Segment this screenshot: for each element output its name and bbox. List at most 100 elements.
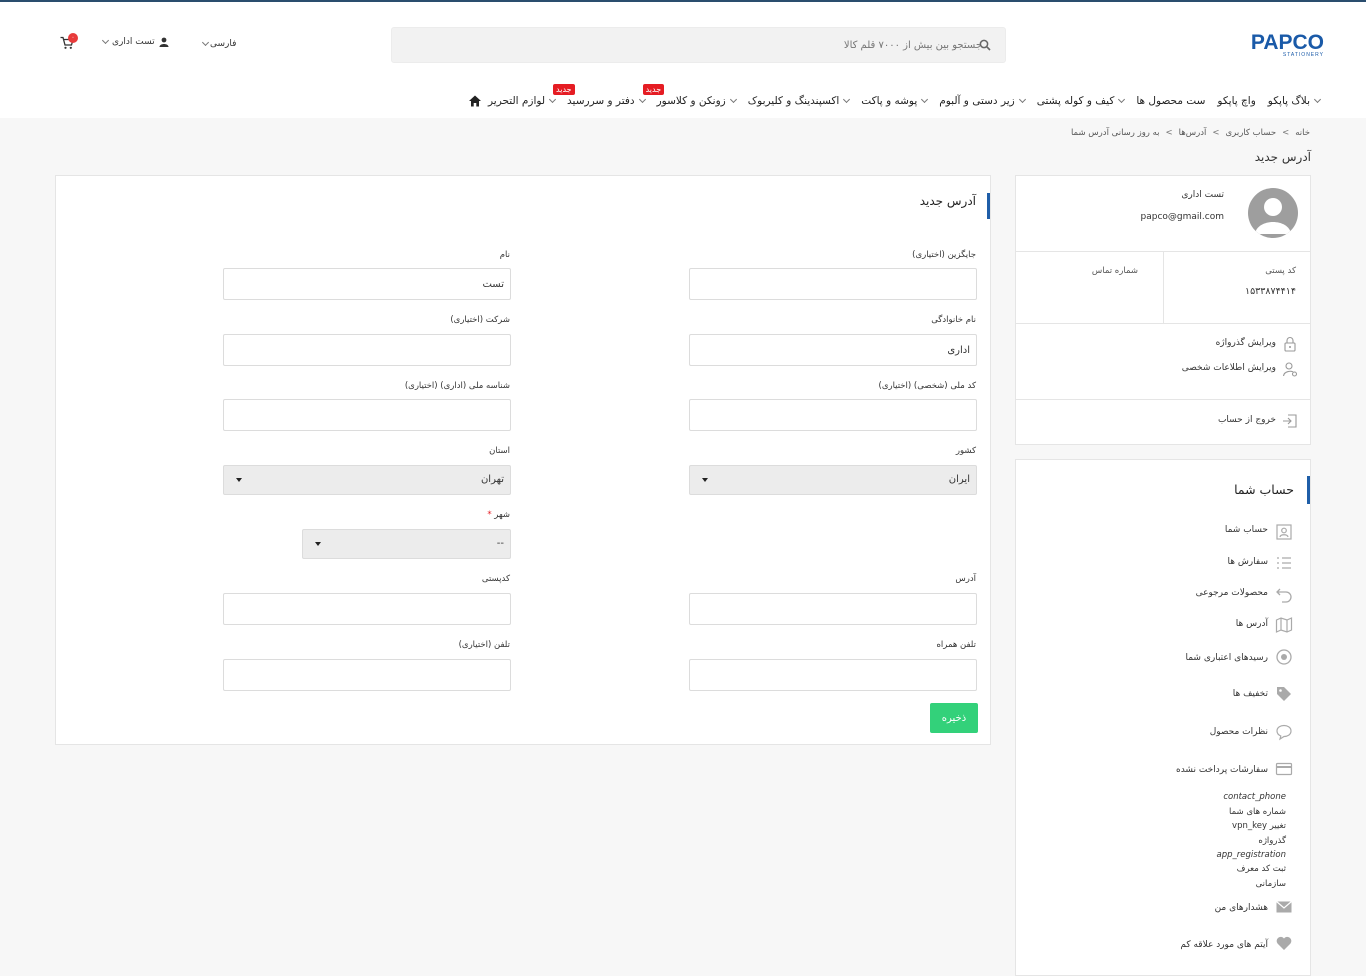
profile-name: تست اداری (1181, 190, 1224, 200)
menu-item-reviews[interactable]: نظرات محصول (1210, 727, 1268, 737)
menu-item-alerts[interactable]: هشدارهای من (1215, 903, 1268, 913)
city-label: شهر * (487, 510, 510, 520)
postal-code-label: کد پستی (1265, 266, 1296, 276)
mobile-field[interactable] (689, 659, 977, 691)
national-id-field[interactable] (223, 399, 511, 431)
edit-password-link[interactable]: ویرایش گذرواژه (1216, 338, 1276, 348)
alias-label: جایگزین (اختیاری) (912, 250, 976, 260)
state-select[interactable]: تهران (223, 465, 511, 495)
menu-item-phone-numbers[interactable]: شماره های شما (1229, 807, 1286, 817)
menu-item-returns[interactable]: محصولات مرجوعی (1196, 588, 1268, 598)
nav-item-binders[interactable]: زونکن و کلاسور جدید (642, 84, 742, 107)
save-button[interactable]: ذخیره (930, 703, 978, 733)
return-icon (1276, 588, 1292, 603)
menu-item-credit-slips[interactable]: رسیدهای اعتباری شما (1185, 653, 1268, 663)
raw-text-line: تغییر vpn_key (1232, 821, 1286, 831)
breadcrumb: خانه > حساب کاربری > آدرس‌ها > به روز رس… (1071, 128, 1310, 138)
search-input[interactable] (392, 28, 982, 62)
nav-item-blog[interactable]: بلاگ پاپکو (1262, 95, 1326, 107)
caret-down-icon (236, 478, 242, 482)
logo-text: PAPCO (1250, 31, 1324, 54)
nav-item-clipboards[interactable]: زیر دستی و آلبوم (933, 95, 1030, 107)
nav-item-label: واچ پاپکو (1217, 95, 1256, 107)
menu-item-account[interactable]: حساب شما (1225, 525, 1268, 535)
title-accent-bar (1307, 476, 1310, 504)
phone-field[interactable] (223, 659, 511, 691)
edit-info-link[interactable]: ویرایش اطلاعات شخصی (1182, 363, 1276, 373)
site-header: PAPCO STATIONERY فارسی تست اداری ۰ لوازم… (0, 2, 1366, 118)
phone-label: شماره تماس (1091, 266, 1138, 276)
user-account-menu[interactable]: تست اداری (101, 36, 169, 47)
cart-button[interactable]: ۰ (60, 33, 78, 52)
nav-item-notebooks[interactable]: دفتر و سررسید جدید (553, 84, 651, 107)
nav-item-stationery[interactable]: لوازم التحریر (482, 95, 561, 107)
menu-item-referral[interactable]: ثبت کد معرف (1237, 864, 1286, 874)
required-mark: * (487, 510, 492, 520)
mobile-label: تلفن همراه (936, 640, 976, 650)
raw-text-line: app_registration (1216, 850, 1286, 860)
postcode-field[interactable] (223, 593, 511, 625)
tag-icon (1277, 687, 1291, 701)
nav-item-label: ست محصول ها (1136, 95, 1206, 107)
chevron-down-icon (201, 38, 210, 47)
address-field[interactable] (689, 593, 977, 625)
phone-label: تلفن (اختیاری) (458, 640, 510, 650)
chevron-down-icon (729, 95, 737, 104)
lastname-field[interactable] (689, 334, 977, 366)
menu-item-change-password[interactable]: گذرواژه (1258, 836, 1286, 846)
address-form: آدرس جدید جایگزین (اختیاری) نام نام خانو… (55, 175, 991, 745)
heart-icon (1276, 936, 1292, 950)
chevron-down-icon (638, 95, 646, 104)
menu-item-wishlist[interactable]: آیتم های مورد علاقه کم (1180, 940, 1268, 950)
papco-logo[interactable]: PAPCO STATIONERY (1244, 32, 1324, 60)
alias-field[interactable] (689, 268, 977, 300)
main-nav: لوازم التحریر دفتر و سررسید جدید زونکن و … (460, 84, 1326, 114)
breadcrumb-account[interactable]: حساب کاربری (1226, 128, 1277, 138)
user-box-icon (1276, 524, 1292, 540)
chevron-down-icon (921, 95, 929, 104)
firstname-field[interactable] (223, 268, 511, 300)
state-value: تهران (480, 474, 504, 485)
postal-code-value: ۱۵۳۳۸۷۴۴۱۴ (1244, 286, 1296, 297)
country-select[interactable]: ایران (689, 465, 977, 495)
chevron-down-icon (101, 36, 110, 45)
nav-item-label: لوازم التحریر (488, 95, 546, 107)
divider (1016, 399, 1310, 400)
city-label-text: شهر (494, 510, 510, 520)
caret-down-icon (702, 478, 708, 482)
language-selector[interactable]: فارسی (201, 38, 236, 49)
user-name: تست اداری (112, 37, 155, 47)
breadcrumb-addresses[interactable]: آدرس‌ها (1179, 128, 1207, 138)
menu-item-unpaid-orders[interactable]: سفارشات پرداخت نشده (1176, 765, 1268, 775)
nav-item-sets[interactable]: ست محصول ها (1130, 95, 1211, 107)
divider (1016, 323, 1310, 324)
company-label: شرکت (اختیاری) (450, 315, 510, 325)
national-id-label: شناسه ملی (اداری) (اختیاری) (404, 381, 510, 391)
national-code-label: کد ملی (شخصی) (اختیاری) (878, 381, 977, 391)
nav-item-bags[interactable]: کیف و کوله پشتی (1031, 95, 1131, 107)
nav-item-label: زونکن و کلاسور (656, 95, 726, 107)
comment-icon (1276, 724, 1292, 741)
logout-link[interactable]: خروج از حساب (1218, 415, 1276, 425)
nav-item-folders[interactable]: پوشه و پاکت (855, 95, 933, 107)
national-code-field[interactable] (689, 399, 977, 431)
lock-icon (1284, 337, 1296, 352)
state-label: استان (489, 446, 510, 456)
city-select[interactable]: -- (302, 529, 511, 559)
company-field[interactable] (223, 334, 511, 366)
city-value: -- (496, 538, 504, 549)
menu-item-addresses[interactable]: آدرس ها (1236, 619, 1268, 629)
profile-email: papco@gmail.com (1140, 212, 1224, 222)
search-icon[interactable] (979, 39, 991, 51)
nav-item-label: اکسپندینگ و کلیربوک (747, 95, 840, 107)
map-icon (1275, 617, 1293, 633)
user-avatar-icon (1255, 198, 1291, 234)
menu-item-discounts[interactable]: تخفیف ها (1233, 689, 1268, 699)
breadcrumb-current: به روز رسانی آدرس شما (1070, 128, 1160, 138)
nav-item-watch[interactable]: واچ پاپکو (1211, 95, 1261, 107)
home-icon[interactable] (468, 94, 482, 108)
nav-item-expanding[interactable]: اکسپندینگ و کلیربوک (742, 95, 856, 107)
breadcrumb-home[interactable]: خانه (1295, 128, 1310, 138)
search-box (391, 27, 1006, 63)
menu-item-orders[interactable]: سفارش ها (1227, 557, 1268, 567)
